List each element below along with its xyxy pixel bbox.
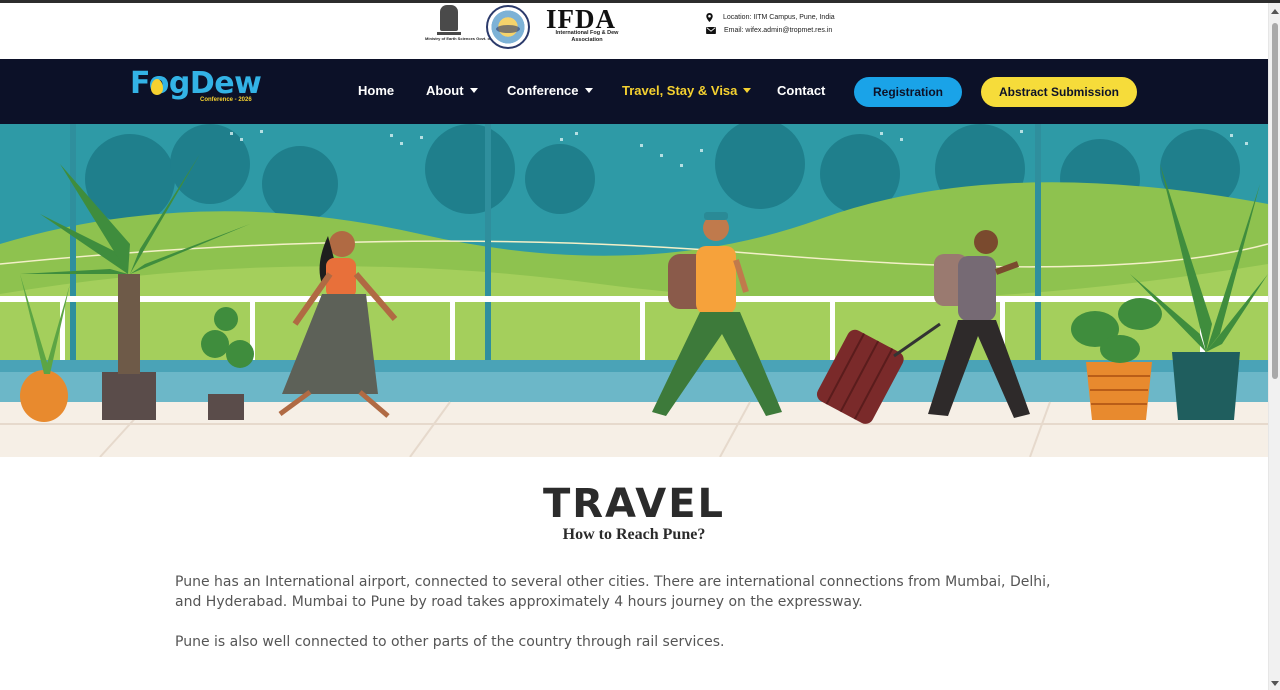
nav-contact[interactable]: Contact xyxy=(777,83,825,98)
scroll-thumb[interactable] xyxy=(1272,23,1278,379)
location-info: Location: IITM Campus, Pune, India xyxy=(706,13,835,22)
email-text[interactable]: Email: wifex.admin@tropmet.res.in xyxy=(724,27,832,34)
ifda-seal-logo xyxy=(486,5,530,49)
ifda-subtitle: International Fog & Dew Association xyxy=(555,30,619,43)
ashoka-emblem-icon xyxy=(440,5,458,31)
envelope-icon xyxy=(706,27,716,34)
nav-conference-label: Conference xyxy=(507,83,579,98)
page-scrollbar[interactable] xyxy=(1268,3,1280,690)
chevron-down-icon xyxy=(743,88,752,93)
fogdew-logo[interactable]: FogDew Conference - 2026 xyxy=(130,67,280,111)
map-pin-icon xyxy=(706,13,713,22)
hero-illustration xyxy=(0,124,1268,457)
travel-banner-image xyxy=(0,124,1268,457)
abstract-submission-button[interactable]: Abstract Submission xyxy=(981,77,1137,107)
emblem-base xyxy=(437,32,461,35)
page-title: TRAVEL xyxy=(542,481,726,527)
paragraph-airport: Pune has an International airport, conne… xyxy=(175,574,1051,610)
nav-about-label: About xyxy=(426,83,464,98)
registration-button[interactable]: Registration xyxy=(854,77,962,107)
nav-travel[interactable]: Travel, Stay & Visa xyxy=(622,83,752,98)
scroll-down-arrow-icon[interactable] xyxy=(1271,681,1279,686)
nav-home-label: Home xyxy=(358,83,395,98)
paragraph-rail: Pune is also well connected to other par… xyxy=(175,634,725,650)
main-content: TRAVEL How to Reach Pune? Pune has an In… xyxy=(0,457,1268,690)
top-info-bar: Ministry of Earth Sciences Govt. of Indi… xyxy=(0,3,1268,59)
scroll-up-arrow-icon[interactable] xyxy=(1271,9,1279,14)
ministry-label: Ministry of Earth Sciences Govt. of Indi… xyxy=(425,36,502,41)
page: Ministry of Earth Sciences Govt. of Indi… xyxy=(0,0,1280,690)
chevron-down-icon xyxy=(584,88,593,93)
nav-travel-label: Travel, Stay & Visa xyxy=(622,83,738,98)
nav-home[interactable]: Home xyxy=(358,83,394,98)
dew-drop-icon xyxy=(151,79,163,95)
nav-about[interactable]: About xyxy=(426,83,478,98)
nav-contact-label: Contact xyxy=(777,83,826,98)
chevron-down-icon xyxy=(469,88,478,93)
main-nav: FogDew Conference - 2026 Home About Conf… xyxy=(0,59,1268,124)
logo-tagline: Conference - 2026 xyxy=(200,97,252,103)
location-text: Location: IITM Campus, Pune, India xyxy=(723,14,835,21)
page-subtitle: How to Reach Pune? xyxy=(562,526,706,543)
ministry-emblem: Ministry of Earth Sciences Govt. of Indi… xyxy=(425,5,502,49)
email-info[interactable]: Email: wifex.admin@tropmet.res.in xyxy=(706,27,832,34)
nav-conference[interactable]: Conference xyxy=(507,83,593,98)
